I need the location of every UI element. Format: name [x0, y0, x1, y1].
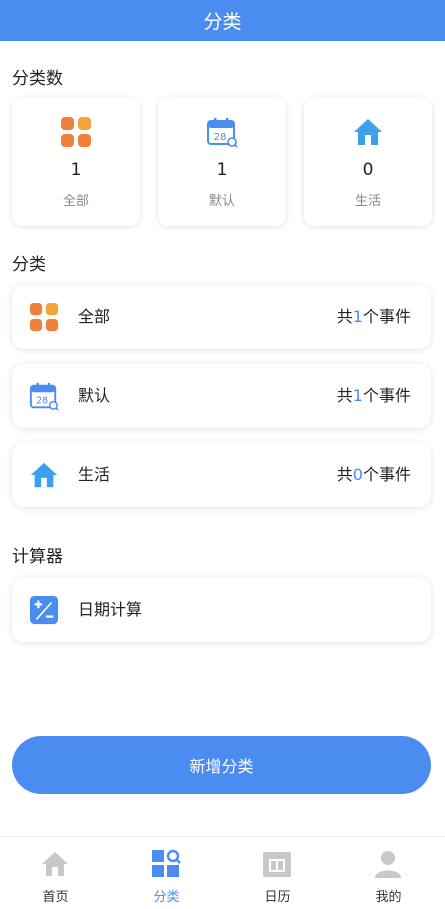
home-icon: [42, 852, 68, 876]
house-icon: [354, 119, 382, 145]
calculator-section-title: 计算器: [12, 547, 63, 567]
stats-section-title: 分类数: [12, 69, 63, 89]
stat-count: 1: [70, 160, 82, 180]
bottom-tab-bar: 首页 分类 日历 我的: [0, 836, 445, 909]
calendar-day-number: 28: [36, 396, 48, 407]
category-name: 默认: [78, 386, 111, 405]
grid-icon: [61, 117, 91, 147]
tab-mine[interactable]: 我的: [333, 837, 444, 909]
calculator-name: 日期计算: [78, 600, 143, 619]
calendar-day-number: 28: [214, 132, 227, 143]
category-event-count: 共1个事件: [336, 386, 411, 405]
stat-card-default[interactable]: 28 1 默认: [158, 98, 286, 226]
stat-count: 1: [216, 160, 228, 180]
plus-minus-icon: [29, 595, 59, 625]
date-calculation-row[interactable]: 日期计算: [12, 578, 431, 642]
category-event-count: 共1个事件: [336, 307, 411, 326]
stat-count: 0: [362, 160, 374, 180]
category-event-count: 共0个事件: [336, 465, 411, 484]
tab-label: 首页: [42, 890, 69, 905]
categories-section-title: 分类: [12, 255, 46, 275]
tab-label: 我的: [375, 890, 402, 905]
category-row-all[interactable]: 全部 共1个事件: [12, 285, 431, 349]
stat-label: 默认: [208, 194, 235, 209]
category-name: 生活: [78, 465, 111, 484]
stat-card-all[interactable]: 1 全部: [12, 98, 140, 226]
tab-calendar[interactable]: 日历: [222, 837, 333, 909]
calendar-icon: 28: [29, 382, 59, 411]
calendar-icon: 28: [207, 118, 238, 148]
tab-label: 分类: [153, 890, 180, 905]
category-search-icon: [152, 849, 181, 877]
add-category-button[interactable]: 新增分类: [12, 736, 431, 794]
stat-label: 全部: [62, 194, 89, 209]
page-header: 分类: [0, 0, 445, 41]
stat-card-life[interactable]: 0 生活: [304, 98, 432, 226]
stat-label: 生活: [354, 194, 381, 209]
tab-category[interactable]: 分类: [111, 837, 222, 909]
user-icon: [375, 851, 401, 878]
house-icon: [30, 462, 58, 488]
calendar-30-icon: [263, 852, 291, 877]
page-title: 分类: [203, 11, 242, 33]
category-row-life[interactable]: 生活 共0个事件: [12, 443, 431, 507]
category-row-default[interactable]: 28 默认 共1个事件: [12, 364, 431, 428]
tab-home[interactable]: 首页: [0, 837, 111, 909]
grid-icon: [29, 302, 59, 332]
category-name: 全部: [78, 307, 111, 326]
tab-label: 日历: [264, 890, 291, 905]
